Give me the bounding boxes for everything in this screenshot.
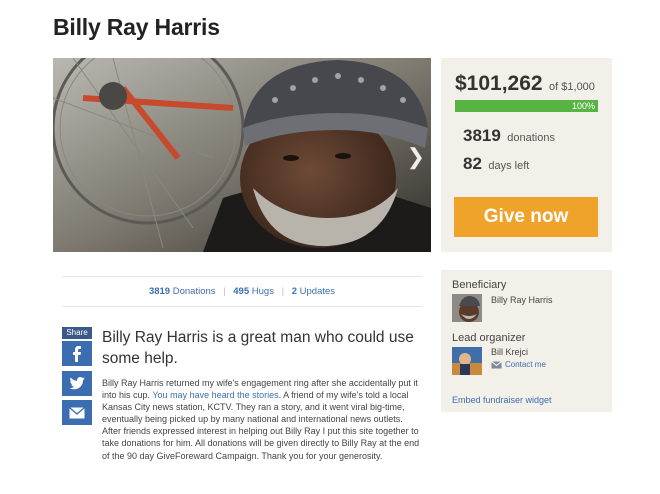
progress-bar: 100%: [455, 100, 598, 112]
organizer-heading: Lead organizer: [452, 332, 526, 344]
updates-link[interactable]: 2 Updates: [292, 286, 335, 297]
donations-link-label: Donations: [172, 286, 216, 297]
divider: |: [281, 286, 285, 297]
donations-label: donations: [507, 132, 555, 144]
next-arrow-icon[interactable]: ❯: [407, 144, 425, 170]
updates-label: Updates: [299, 286, 336, 297]
beneficiary-avatar-image: [452, 294, 482, 322]
contact-me-label: Contact me: [505, 360, 546, 369]
days-count: 82: [463, 154, 482, 173]
beneficiary-name[interactable]: Billy Ray Harris: [491, 295, 553, 305]
page-title: Billy Ray Harris: [53, 14, 220, 40]
fundraiser-photo-image: [53, 58, 431, 252]
story-text-rest: . A friend of my wife's told a local Kan…: [102, 390, 420, 461]
story-headline: Billy Ray Harris is a great man who coul…: [102, 329, 414, 367]
hugs-count: 495: [233, 286, 250, 297]
goal-amount: of $1,000: [549, 81, 595, 93]
progress-percent: 100%: [571, 101, 595, 111]
contact-me-link[interactable]: Contact me: [491, 360, 546, 369]
twitter-icon: [69, 377, 85, 390]
share-label: Share: [62, 327, 92, 339]
envelope-icon: [491, 360, 502, 368]
give-now-button[interactable]: Give now: [454, 197, 598, 237]
days-left-stat: 82 days left: [463, 154, 529, 174]
facebook-share-button[interactable]: [62, 341, 92, 366]
beneficiary-avatar[interactable]: [452, 294, 482, 322]
donation-summary: $101,262 of $1,000 100% 3819 donations 8…: [441, 58, 612, 252]
hugs-label: Hugs: [251, 286, 274, 297]
donations-link-count: 3819: [148, 286, 171, 297]
raised-amount: $101,262: [455, 72, 543, 95]
donations-count: 3819: [463, 126, 501, 145]
fundraiser-photo[interactable]: ❯: [53, 58, 431, 252]
organizer-avatar[interactable]: [452, 347, 482, 375]
amount-raised: $101,262 of $1,000: [455, 72, 595, 96]
donations-link[interactable]: 3819 Donations: [149, 286, 216, 297]
beneficiary-heading: Beneficiary: [452, 279, 507, 291]
twitter-share-button[interactable]: [62, 371, 92, 396]
story-body: Billy Ray Harris returned my wife's enga…: [102, 377, 422, 462]
stories-link[interactable]: You may have heard the stories: [152, 390, 278, 400]
stats-bar: 3819 Donations | 495 Hugs | 2 Updates: [62, 276, 422, 307]
email-icon: [69, 406, 85, 418]
organizer-avatar-image: [452, 347, 482, 375]
organizer-panel: Beneficiary Billy Ray Harris Lead organi…: [441, 270, 612, 412]
hugs-link[interactable]: 495 Hugs: [233, 286, 274, 297]
embed-widget-link[interactable]: Embed fundraiser widget: [452, 395, 552, 405]
facebook-icon: [73, 345, 81, 362]
days-label: days left: [488, 160, 530, 172]
divider: |: [223, 286, 226, 297]
donations-stat: 3819 donations: [463, 126, 555, 146]
updates-count: 2: [291, 286, 297, 297]
email-share-button[interactable]: [62, 400, 92, 425]
progress-fill: 100%: [455, 100, 598, 112]
organizer-name[interactable]: Bill Krejci: [491, 347, 528, 357]
